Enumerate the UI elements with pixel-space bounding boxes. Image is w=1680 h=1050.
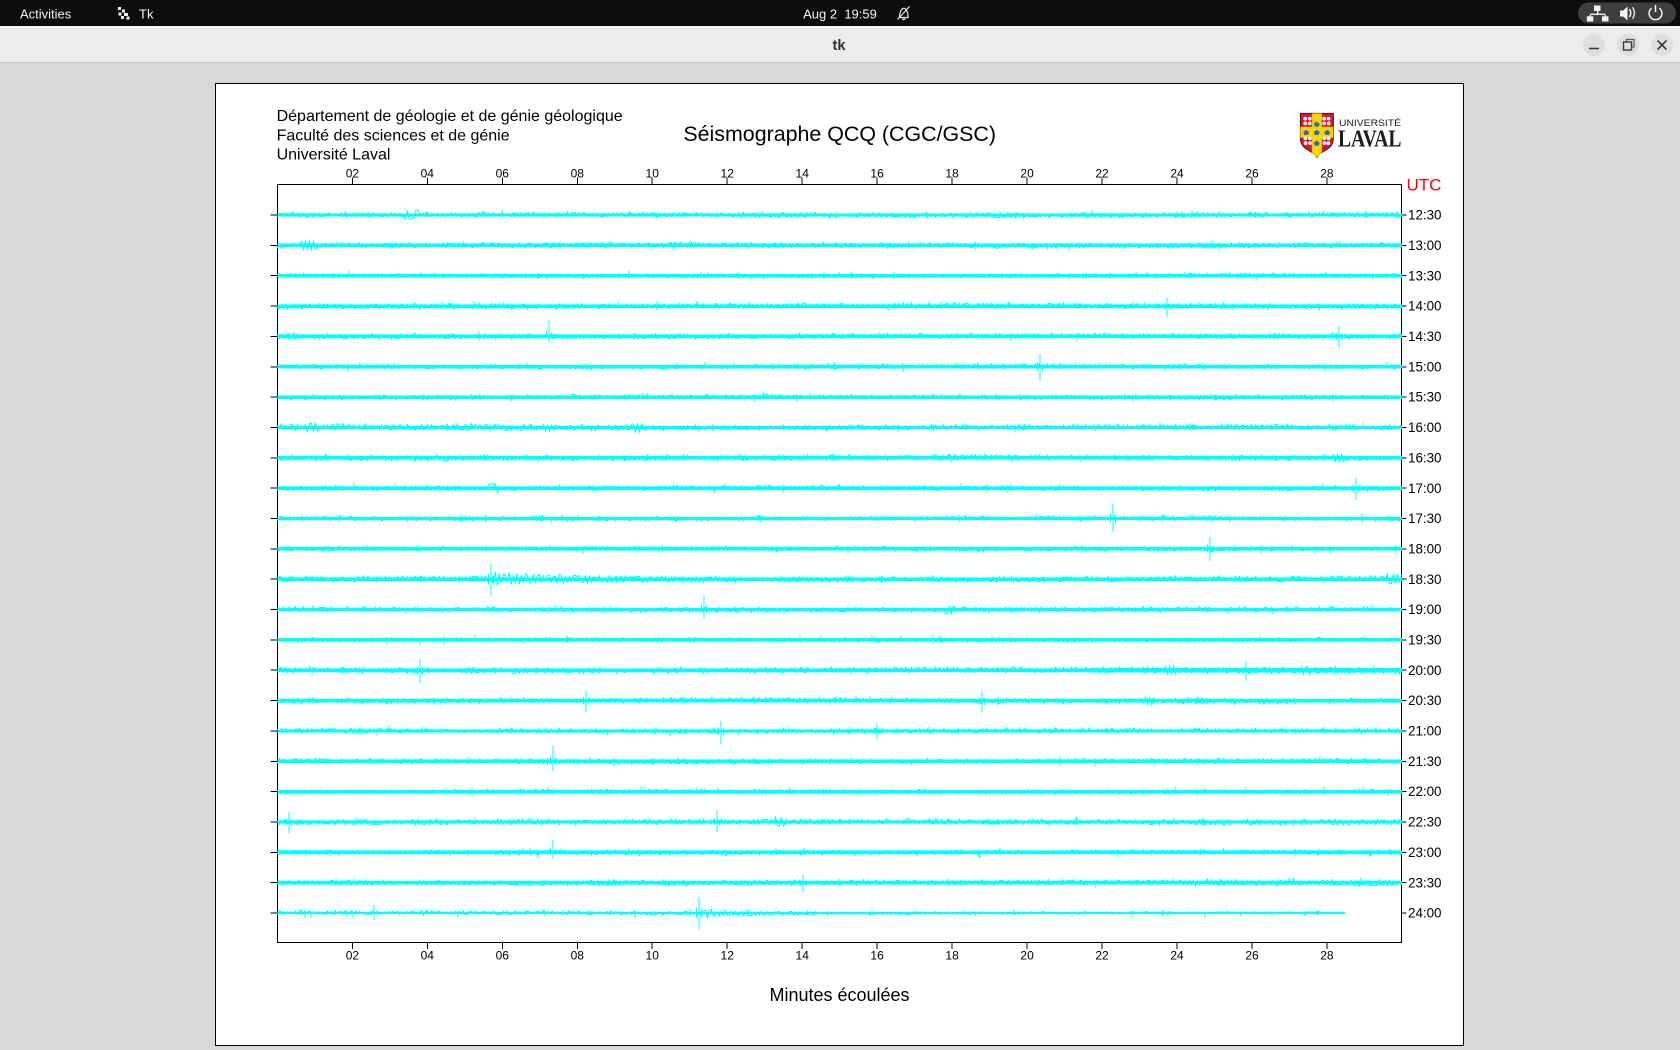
svg-text:24: 24 [1170,949,1184,963]
svg-text:Tk: Tk [139,7,154,22]
svg-text:08: 08 [571,949,585,963]
svg-text:04: 04 [421,167,435,181]
svg-text:tk: tk [833,38,847,54]
svg-text:06: 06 [496,167,510,181]
svg-text:16: 16 [870,949,884,963]
svg-text:28: 28 [1320,167,1334,181]
svg-text:16:00: 16:00 [1408,420,1442,435]
svg-text:23:30: 23:30 [1408,875,1442,890]
svg-text:28: 28 [1320,949,1334,963]
svg-text:14:30: 14:30 [1408,329,1442,344]
svg-text:18: 18 [945,949,959,963]
svg-text:22: 22 [1095,167,1109,181]
svg-text:20: 20 [1020,949,1034,963]
svg-text:22:30: 22:30 [1408,815,1442,830]
svg-text:12: 12 [721,949,735,963]
svg-text:10: 10 [646,949,660,963]
svg-text:19:00: 19:00 [1408,602,1442,617]
svg-text:21:30: 21:30 [1408,754,1442,769]
svg-text:04: 04 [421,949,435,963]
svg-text:18:30: 18:30 [1408,572,1442,587]
svg-text:24:00: 24:00 [1408,906,1442,921]
svg-text:18: 18 [945,167,959,181]
svg-text:26: 26 [1245,167,1259,181]
svg-text:20: 20 [1020,167,1034,181]
svg-text:06: 06 [496,949,510,963]
svg-text:21:00: 21:00 [1408,724,1442,739]
svg-text:Département de géologie et de: Département de géologie et de génie géol… [277,108,623,125]
svg-text:Aug 2 19:59: Aug 2 19:59 [803,7,877,22]
svg-text:26: 26 [1245,949,1259,963]
svg-text:24: 24 [1170,167,1184,181]
svg-text:Faculté des sciences et de gén: Faculté des sciences et de génie [277,127,510,144]
svg-text:08: 08 [571,167,585,181]
svg-text:12:30: 12:30 [1408,208,1442,223]
svg-text:Séismographe QCQ (CGC/GSC): Séismographe QCQ (CGC/GSC) [683,122,996,146]
svg-text:17:30: 17:30 [1408,511,1442,526]
svg-text:14:00: 14:00 [1408,299,1442,314]
svg-text:Minutes écoulées: Minutes écoulées [769,985,909,1005]
svg-text:15:30: 15:30 [1408,390,1442,405]
svg-text:13:00: 13:00 [1408,238,1442,253]
svg-text:14: 14 [796,949,810,963]
svg-text:LAVAL: LAVAL [1338,127,1402,153]
svg-text:15:00: 15:00 [1408,359,1442,374]
svg-text:12: 12 [721,167,735,181]
svg-text:02: 02 [346,949,360,963]
svg-text:19:30: 19:30 [1408,633,1442,648]
svg-text:23:00: 23:00 [1408,845,1442,860]
svg-text:Activities: Activities [20,7,72,22]
svg-text:10: 10 [646,167,660,181]
svg-text:02: 02 [346,167,360,181]
svg-text:22: 22 [1095,949,1109,963]
svg-text:17:00: 17:00 [1408,481,1442,496]
svg-text:14: 14 [796,167,810,181]
svg-text:UTC: UTC [1407,175,1442,194]
svg-text:20:30: 20:30 [1408,693,1442,708]
svg-text:16: 16 [870,167,884,181]
svg-text:20:00: 20:00 [1408,663,1442,678]
svg-text:18:00: 18:00 [1408,542,1442,557]
svg-text:13:30: 13:30 [1408,268,1442,283]
svg-text:22:00: 22:00 [1408,784,1442,799]
svg-text:16:30: 16:30 [1408,450,1442,465]
svg-text:Université Laval: Université Laval [277,147,391,164]
